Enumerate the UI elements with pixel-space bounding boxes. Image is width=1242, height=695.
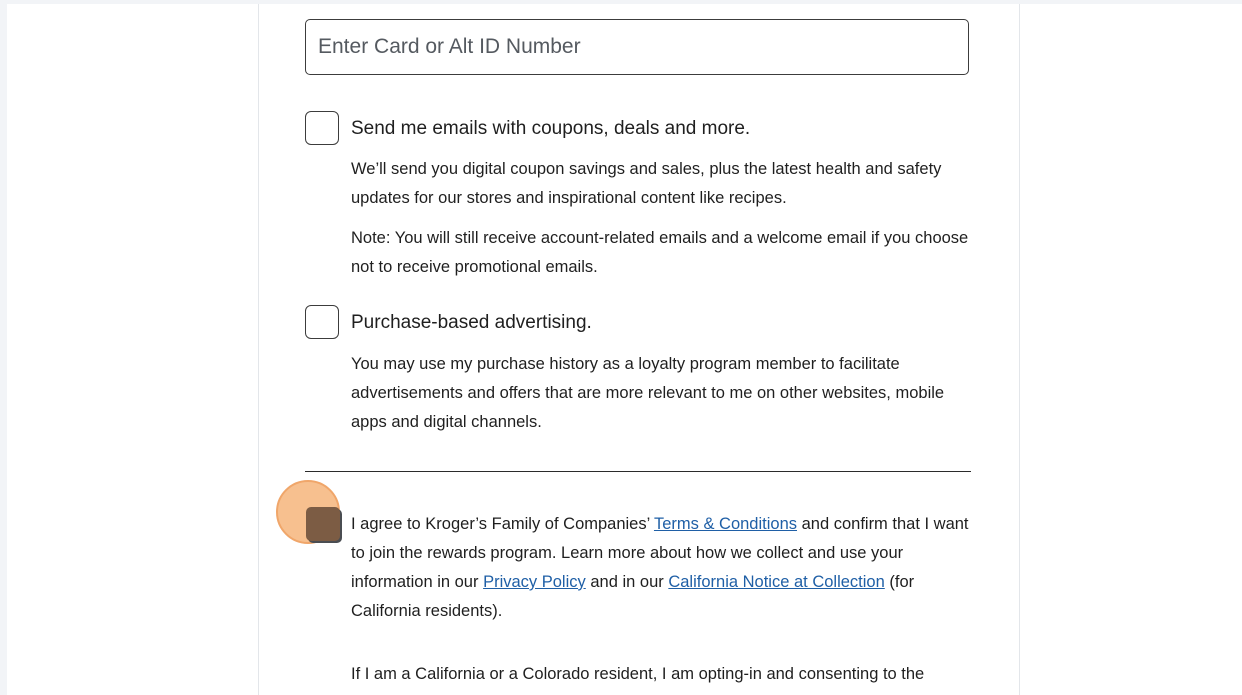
purchase-advertising-title: Purchase-based advertising.	[351, 312, 592, 333]
email-opt-in-checkbox[interactable]	[305, 111, 339, 145]
purchase-advertising-checkbox[interactable]	[305, 305, 339, 339]
section-divider	[305, 471, 971, 472]
email-opt-in-description: We’ll send you digital coupon savings an…	[351, 160, 942, 207]
consent-text: If I am a California or a Colorado resid…	[351, 665, 925, 683]
agreement-text-part-1: I agree to Kroger’s Family of Companies’	[351, 515, 654, 533]
email-opt-in-title: Send me emails with coupons, deals and m…	[351, 118, 751, 139]
terms-agree-checkbox[interactable]	[306, 507, 340, 541]
card-or-alt-id-input[interactable]	[305, 19, 969, 75]
california-notice-link[interactable]: California Notice at Collection	[668, 573, 884, 591]
email-opt-in-note: Note: You will still receive account-rel…	[351, 229, 969, 276]
terms-and-conditions-link[interactable]: Terms & Conditions	[654, 515, 797, 533]
terms-agreement-text: I agree to Kroger’s Family of Companies’…	[351, 510, 976, 626]
purchase-advertising-description: You may use my purchase history as a loy…	[351, 355, 945, 431]
privacy-policy-link[interactable]: Privacy Policy	[483, 573, 586, 591]
agreement-text-part-3: and in our	[585, 573, 669, 591]
